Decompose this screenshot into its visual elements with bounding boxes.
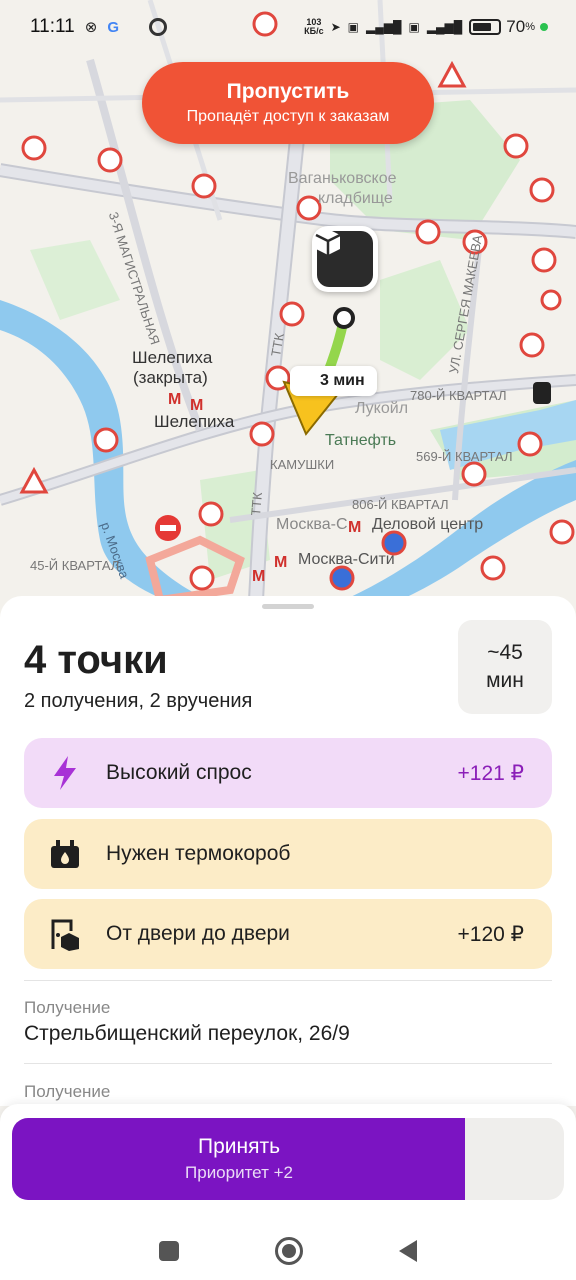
order-title: 4 точки [24,638,168,682]
lightning-icon [48,756,82,790]
duration-value: ~45 [487,641,523,664]
signal-icon-2: ▂▄▆█ [426,20,463,34]
svg-text:M: M [274,554,287,571]
battery-indicator: 70% [469,17,548,37]
accept-button-subtitle: Приоритет +2 [185,1163,293,1182]
volte-icon: ▣ [347,20,360,34]
battery-icon [469,19,502,35]
badge-door-to-door-label: От двери до двери [106,922,290,945]
badge-thermobox[interactable]: Нужен термокороб [24,819,552,889]
map-label-moskva-city: Москва-Сити [298,551,395,568]
order-subtitle: 2 получения, 2 вручения [24,690,253,712]
recents-icon[interactable] [159,1241,179,1261]
accept-button[interactable]: Принять Приоритет +2 [12,1118,564,1200]
svg-text:M: M [252,568,265,585]
badge-high-demand-value: +121 ₽ [457,761,525,785]
divider [24,1063,552,1064]
stop-2-caption: Получение [24,1082,111,1101]
privacy-dot-icon [540,23,548,31]
app-notification-icon: ⊗ [84,19,98,36]
stop-1-address[interactable]: Стрельбищенский переулок, 26/9 [24,1022,350,1046]
map-label-shelepikha-closed: Шелепиха [132,348,213,367]
svg-text:M: M [168,391,181,408]
map-label-569: 569-Й КВАРТАЛ [416,449,513,464]
badge-door-to-door[interactable]: От двери до двери +120 ₽ [24,899,552,969]
volte-icon-2: ▣ [408,20,420,34]
map-label-45: 45-Й КВАРТАЛ [30,558,120,573]
back-icon[interactable] [399,1240,417,1262]
signal-icon-1: ▂▄▆█ [366,20,402,34]
system-nav-bar [0,1222,576,1280]
map-label-806: 806-Й КВАРТАЛ [352,497,449,512]
home-icon[interactable] [275,1237,303,1265]
status-time: 11:11 [30,16,75,37]
map-label-vagankovskoe: Ваганьковское [288,170,397,187]
location-icon: ➤ [330,20,341,34]
status-bar: 11:11 ⊗ G 103 КБ/с ➤ ▣ ▂▄▆█ ▣ ▂▄▆█ 70% [0,0,576,54]
badge-door-to-door-value: +120 ₽ [457,922,525,946]
badge-high-demand-label: Высокий спрос [106,761,252,784]
map-label-shelepikha-closed-2: (закрыта) [133,368,208,387]
map-label-moskva-c: Москва-С [276,516,348,533]
badge-high-demand[interactable]: Высокий спрос +121 ₽ [24,738,552,808]
skip-button[interactable]: Пропустить Пропадёт доступ к заказам [142,62,434,144]
network-speed: 103 КБ/с [304,17,324,36]
map-label-ttk-2: ТТК [248,491,265,517]
map-view[interactable]: M M M M M Шелепиха (закрыта) Шелепиха Ва… [0,0,576,620]
google-icon: G [107,18,119,36]
map-label-kamushki: КАМУШКИ [270,457,335,472]
map-label-780: 780-Й КВАРТАЛ [410,388,507,403]
svg-text:M: M [348,519,361,536]
accept-button-title: Принять [197,1135,281,1158]
divider [24,980,552,981]
package-icon [315,229,373,287]
map-label-shelepikha: Шелепиха [154,412,235,431]
map-label-tatneft: Татнефть [325,432,397,449]
stop-1-caption: Получение [24,998,111,1017]
duration-unit: мин [486,669,524,692]
duration-box: ~45 мин [458,620,552,714]
badge-thermobox-label: Нужен термокороб [106,842,291,865]
map-label-lukoil: Лукойл [355,400,409,417]
sheet-handle[interactable] [262,604,314,609]
battery-percent: 70 [506,17,526,36]
map-label-delovoy: Деловой центр [372,516,484,533]
order-sheet[interactable]: 4 точки 2 получения, 2 вручения ~45 мин … [0,596,576,1106]
thermobox-icon [48,837,82,871]
map-label-vagankovskoe-2: кладбище [318,190,393,207]
record-icon [148,18,167,36]
skip-button-title: Пропустить [226,80,350,103]
skip-button-subtitle: Пропадёт доступ к заказам [186,108,390,125]
eta-chip: 3 мин [290,366,377,396]
door-box-icon [48,917,82,951]
pickup-marker[interactable] [312,226,378,292]
